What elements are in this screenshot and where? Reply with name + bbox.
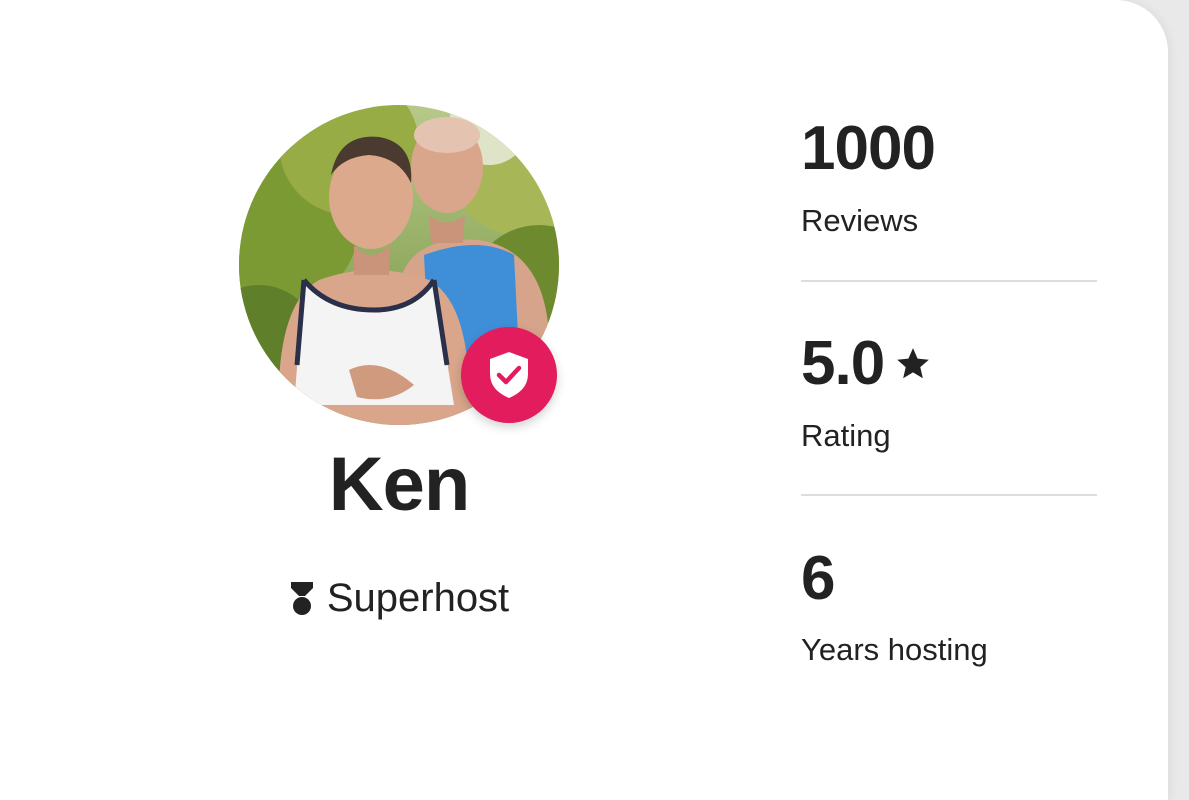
superhost-badge: Superhost [239, 578, 559, 618]
rating-label: Rating [801, 418, 891, 453]
host-profile-card: Ken Superhost 1000 Reviews 5.0 Rating 6 … [0, 0, 1168, 800]
years-hosting-value: 6 [801, 544, 835, 613]
years-hosting-value-text: 6 [801, 544, 835, 613]
stats-divider [801, 494, 1097, 496]
stats-divider [801, 280, 1097, 282]
rating-value-text: 5.0 [801, 329, 885, 398]
verified-badge [461, 327, 557, 423]
superhost-label: Superhost [326, 576, 510, 620]
verified-shield-check-icon [490, 352, 528, 398]
years-hosting-label: Years hosting [801, 632, 988, 667]
reviews-label: Reviews [801, 203, 919, 238]
reviews-count-value: 1000 [801, 114, 936, 183]
host-avatar-container [239, 105, 559, 425]
star-icon [897, 348, 930, 379]
rating-value: 5.0 [801, 333, 932, 395]
superhost-medal-icon [290, 582, 313, 615]
host-name: Ken [328, 442, 471, 527]
reviews-count: 1000 [801, 114, 936, 183]
